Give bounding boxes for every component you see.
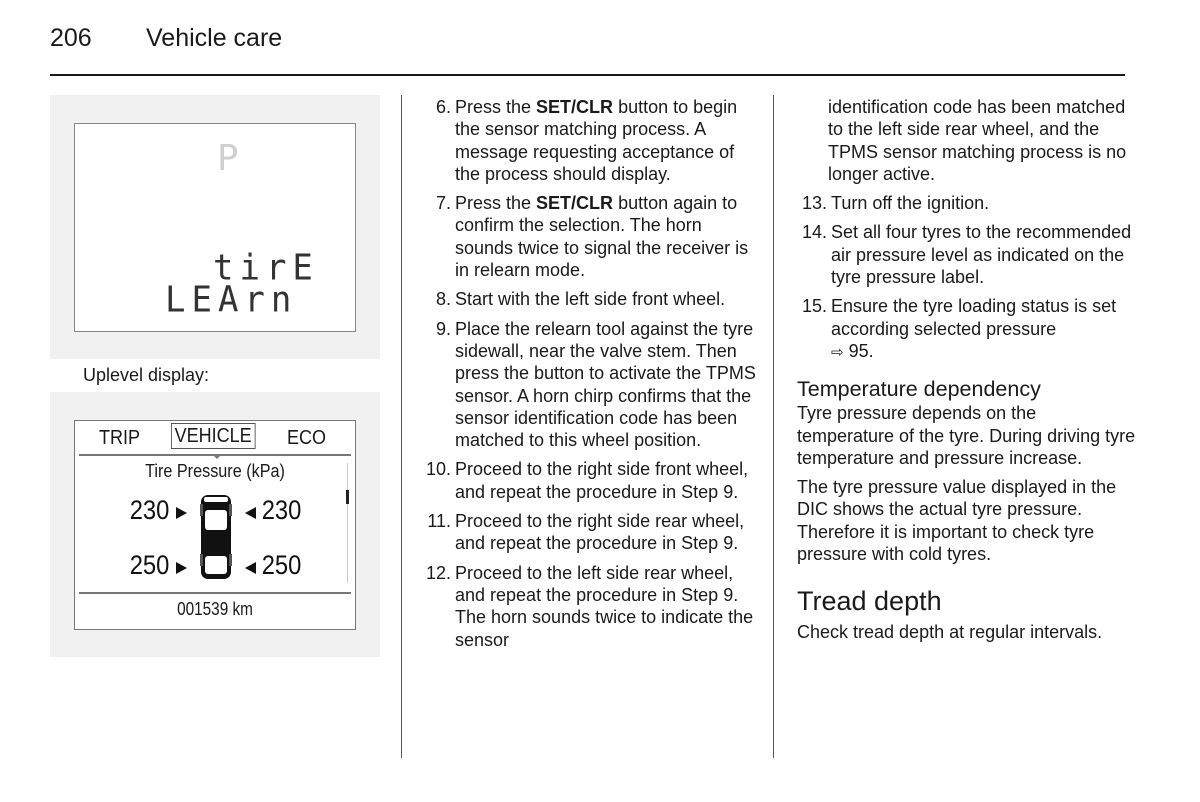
step-item: 6. Press the SET/CLR button to begin the… (421, 96, 761, 185)
step-text: Turn off the ignition. (831, 193, 990, 214)
step-item: 7. Press the SET/CLR button again to con… (421, 192, 761, 281)
tab-eco: ECO (287, 427, 327, 449)
step-continuation: identification code has been matched to … (828, 97, 1127, 184)
gear-indicator: P (217, 138, 239, 179)
selected-tab-pointer-icon (212, 454, 222, 459)
pressure-rear-left: 250 (129, 550, 170, 580)
step-text: Ensure the tyre loading status is set ac… (831, 296, 1117, 339)
button-name: SET/CLR (536, 193, 614, 214)
step-item: 9. Place the relearn tool against the ty… (421, 318, 761, 452)
step-text: Press the (455, 193, 537, 214)
step-item: 11. Proceed to the right side rear wheel… (421, 510, 761, 555)
tread-depth-heading: Tread depth (797, 586, 942, 617)
step-text: Press the (455, 97, 537, 117)
tab-vehicle: VEHICLE (171, 423, 256, 449)
arrow-right-icon (176, 562, 187, 574)
step-text: Set all four tyres to the recommended ai… (831, 222, 1132, 288)
step-text: Place the relearn tool against the tyre … (455, 318, 756, 451)
tire-pressure-title: Tire Pressure (kPa) (145, 461, 285, 481)
arrow-right-icon (176, 507, 187, 519)
column-divider (773, 95, 774, 758)
step-number: 7. (435, 193, 451, 214)
right-column: identification code has been matched to … (797, 96, 1137, 651)
paragraph: The tyre pressure value displayed in the… (797, 477, 1117, 565)
car-top-view-icon (200, 495, 232, 579)
lcd-screen: P tirE LEArn (74, 123, 356, 332)
column-divider (401, 95, 402, 758)
step-number: 11. (427, 511, 451, 532)
page-header: 206 Vehicle care (50, 24, 282, 58)
button-name: SET/CLR (536, 97, 614, 117)
step-item: 14. Set all four tyres to the recommende… (797, 221, 1137, 288)
section-title: Vehicle care (146, 24, 283, 52)
step-number: 14. (801, 222, 827, 243)
step-number: 13. (801, 193, 827, 214)
step-number: 15. (801, 296, 827, 317)
step-number: 12. (425, 562, 451, 583)
paragraph: Check tread depth at regular intervals. (797, 622, 1103, 643)
step-item: 13. Turn off the ignition. (797, 192, 1137, 214)
step-item: 10. Proceed to the right side front whee… (421, 458, 761, 503)
step-text: Start with the left side front wheel. (455, 289, 726, 310)
odometer-divider (79, 592, 351, 594)
figure-caption: Uplevel display: (83, 365, 210, 385)
scrollbar-track (347, 463, 348, 583)
pressure-front-right: 230 (261, 495, 302, 525)
page-reference-arrow-icon: ⇨ (831, 343, 844, 361)
odometer-readout: 001539 km (177, 599, 253, 619)
step-number: 8. (435, 289, 451, 310)
step-number: 6. (435, 97, 451, 117)
step-text: Proceed to the right side rear wheel, an… (455, 511, 745, 554)
step-item: 12. Proceed to the left side rear wheel,… (421, 562, 761, 651)
lcd-text-line2: LEArn (165, 279, 298, 321)
temperature-dependency-heading: Temperature dependency (797, 377, 1041, 402)
step-number: 9. (435, 318, 451, 339)
pressure-front-left: 230 (129, 495, 170, 525)
page-number: 206 (50, 24, 92, 52)
step-item: 8. Start with the left side front wheel. (421, 288, 761, 310)
header-rule (50, 74, 1125, 76)
pressure-rear-right: 250 (261, 550, 302, 580)
arrow-left-icon (245, 562, 256, 574)
dic-tabs: TRIP VEHICLE ECO (75, 421, 355, 455)
step-number: 10. (425, 459, 451, 480)
step-text: Proceed to the left side rear wheel, and… (455, 562, 754, 650)
procedure-steps: 13. Turn off the ignition. 14. Set all f… (797, 192, 1137, 364)
scrollbar-thumb (346, 490, 349, 504)
middle-column: 6. Press the SET/CLR button to begin the… (421, 96, 761, 658)
basic-display-figure: P tirE LEArn (50, 95, 380, 359)
arrow-left-icon (245, 507, 256, 519)
step-item: 15. Ensure the tyre loading status is se… (797, 295, 1137, 364)
tab-trip: TRIP (99, 427, 141, 449)
dic-screen: TRIP VEHICLE ECO Tire Pressure (kPa) 230… (74, 420, 356, 630)
paragraph: Tyre pressure depends on the temperature… (797, 403, 1136, 468)
step-text: Proceed to the right side front wheel, a… (455, 459, 749, 502)
page-reference-link[interactable]: 95. (849, 341, 874, 361)
uplevel-display-figure: TRIP VEHICLE ECO Tire Pressure (kPa) 230… (50, 392, 380, 657)
procedure-steps: 6. Press the SET/CLR button to begin the… (421, 96, 761, 651)
